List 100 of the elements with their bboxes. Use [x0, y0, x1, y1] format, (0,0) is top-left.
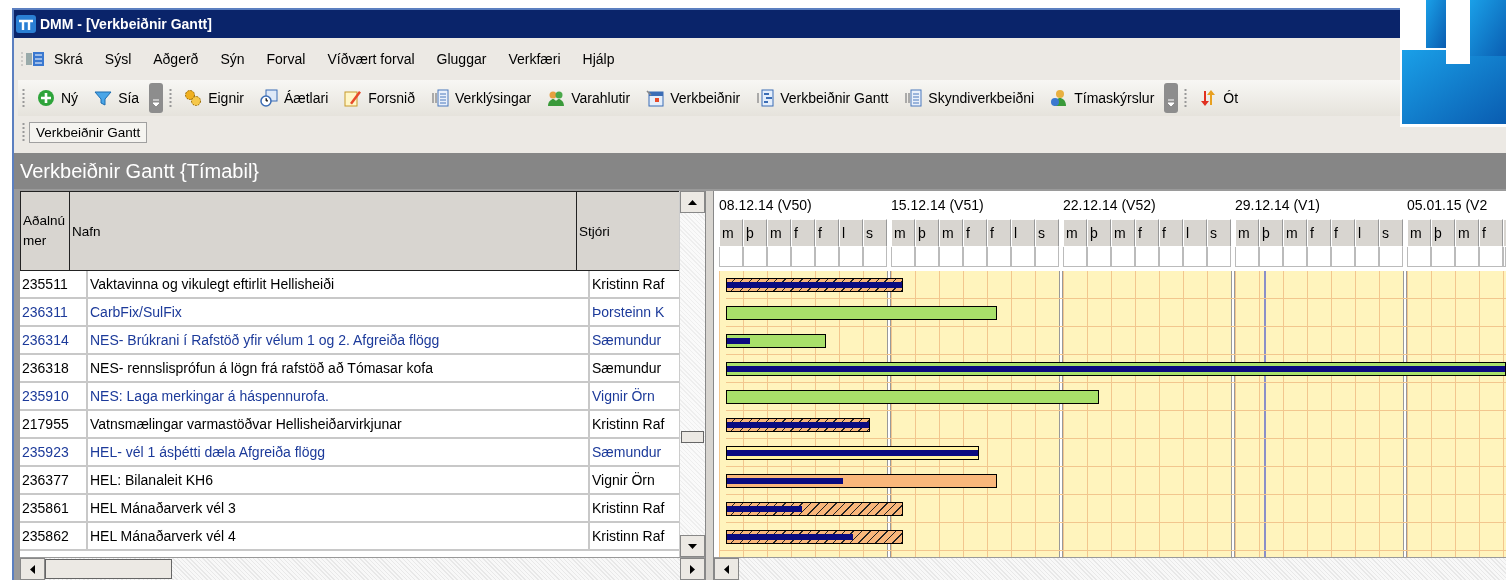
grip-icon[interactable]	[1184, 87, 1188, 109]
table-cell: 236314	[20, 327, 88, 353]
column-header[interactable]: Stjóri	[577, 192, 671, 270]
gantt-bar[interactable]	[726, 334, 826, 348]
table-row[interactable]: 217955 Vatnsmælingar varmastöðvar Hellisheiðarvirkjunar Kristinn Raf	[20, 411, 680, 439]
chart-icon	[756, 89, 775, 107]
gantt-bar[interactable]	[726, 306, 997, 320]
right-arrow-icon	[690, 564, 695, 574]
menu-item[interactable]: Sýsl	[93, 51, 143, 67]
menu-item[interactable]: Sýn	[209, 51, 256, 67]
toolbar-button[interactable]: Verkbeiðnir	[638, 89, 749, 107]
table-cell-text: Sæmundur	[591, 359, 663, 378]
window-title: DMM - [Verkbeiðnir Gantt]	[40, 16, 212, 32]
toolbar-button[interactable]: Varahlutir	[539, 89, 639, 107]
table-cell: HEL: Bilanaleit KH6	[88, 467, 590, 493]
day-header: s	[1207, 219, 1231, 247]
table-cell: NES- Brúkrani í Rafstöð yfir vélum 1 og 2. Afgreiða flögg	[88, 327, 590, 353]
toolbar-button[interactable]: Áætlari	[251, 89, 337, 107]
funnel-icon	[94, 89, 113, 107]
table-row[interactable]: 236318 NES- rennslisprófun á lögn frá rafstöð að Tómasar kofa Sæmundur	[20, 355, 680, 383]
menu-item[interactable]: Forval	[255, 51, 317, 67]
toolbar-button[interactable]: Skyndiverkbeiðni	[896, 89, 1043, 107]
table-cell-text: Sæmundur	[591, 331, 663, 350]
plus-icon	[37, 89, 55, 107]
gantt-bar[interactable]	[726, 390, 1099, 404]
menu-item[interactable]: Víðvært forval	[316, 51, 426, 67]
table-cell: Vatnsmælingar varmastöðvar Hellisheiðarvirkjunar	[88, 411, 590, 437]
menu-item[interactable]: Verkfæri	[497, 51, 572, 67]
grip-icon[interactable]	[169, 87, 173, 109]
toolbar-button[interactable]: Verklýsingar	[423, 89, 540, 107]
horizontal-scrollbar[interactable]	[714, 557, 1506, 580]
table-cell: 235861	[20, 495, 88, 521]
table-cell-text: Kristinn Raf	[591, 499, 666, 518]
timeline-cell	[1455, 247, 1479, 267]
table-row[interactable]: 235923 HEL- vél 1 ásþétti dæla Afgreiða flögg Sæmundur	[20, 439, 680, 467]
week-label: 22.12.14 (V52)	[1063, 196, 1157, 215]
scroll-left-button[interactable]	[714, 558, 739, 580]
table-cell: HEL Mánaðarverk vél 3	[88, 495, 590, 521]
person-icon	[1050, 89, 1069, 107]
day-header: l	[1011, 219, 1035, 247]
overflow-button[interactable]	[149, 83, 164, 113]
day-header: m	[767, 219, 791, 247]
day-header: m	[891, 219, 915, 247]
overflow-button[interactable]	[1164, 83, 1179, 113]
pencil-icon	[344, 89, 363, 107]
scroll-right-button[interactable]	[680, 558, 705, 580]
day-header: m	[1283, 219, 1307, 247]
app-icon	[16, 15, 36, 33]
toolbar-button[interactable]: Forsnið	[336, 89, 423, 107]
menu-item[interactable]: Gluggar	[425, 51, 498, 67]
day-header: l	[839, 219, 863, 247]
day-header: þ	[743, 219, 767, 247]
day-header: l	[1355, 219, 1379, 247]
timeline-cell	[1355, 247, 1379, 267]
timeline-cell	[1011, 247, 1035, 267]
column-header[interactable]: Aðalnúmer	[21, 192, 70, 270]
table-cell: Vaktavinna og vikulegt eftirlit Hellisheiði	[88, 271, 590, 297]
timeline-cell	[939, 247, 963, 267]
table-row[interactable]: 235861 HEL Mánaðarverk vél 3 Kristinn Raf	[20, 495, 680, 523]
horizontal-scrollbar[interactable]	[20, 557, 705, 580]
scroll-left-button[interactable]	[20, 558, 45, 580]
scroll-thumb[interactable]	[681, 431, 704, 443]
table-cell: HEL- vél 1 ásþétti dæla Afgreiða flögg	[88, 439, 590, 465]
day-header: þ	[1087, 219, 1111, 247]
table-row[interactable]: 236311 CarbFix/SulFix Þorsteinn K	[20, 299, 680, 327]
menu-grip-icon	[20, 50, 46, 68]
grip-icon[interactable]	[22, 87, 25, 109]
table-row[interactable]: 235862 HEL Mánaðarverk vél 4 Kristinn Raf	[20, 523, 680, 551]
menu-item[interactable]: Hjálp	[571, 51, 626, 67]
toolbar-button[interactable]: Verkbeiðnir Gantt	[748, 89, 897, 107]
day-header: m	[1407, 219, 1431, 247]
window-button[interactable]: Verkbeiðnir Gantt	[29, 121, 148, 143]
day-header: s	[1035, 219, 1059, 247]
caret-icon	[152, 99, 161, 107]
table-cell: 235910	[20, 383, 88, 409]
timeline-cell	[839, 247, 863, 267]
scroll-thumb[interactable]	[45, 559, 172, 579]
grip-icon[interactable]	[22, 121, 25, 143]
table-row[interactable]: 236314 NES- Brúkrani í Rafstöð yfir vélum 1 og 2. Afgreiða flögg Sæmundur	[20, 327, 680, 355]
table-cell: 235862	[20, 523, 88, 549]
menu-item[interactable]: Aðgerð	[142, 51, 210, 67]
scroll-down-button[interactable]	[680, 535, 705, 557]
timeline-cell	[1135, 247, 1159, 267]
vertical-scrollbar[interactable]	[679, 191, 705, 557]
column-header[interactable]: Nafn	[70, 192, 577, 270]
toolbar-button[interactable]: Eignir	[176, 89, 252, 107]
scroll-up-button[interactable]	[680, 191, 705, 213]
table-row[interactable]: 235910 NES: Laga merkingar á háspennurofa. Vignir Örn	[20, 383, 680, 411]
table-row[interactable]: 236377 HEL: Bilanaleit KH6 Vignir Örn	[20, 467, 680, 495]
toolbar-button[interactable]: Sía	[86, 89, 148, 107]
menu-item[interactable]: Skrá	[46, 51, 94, 67]
table-row[interactable]: 235511 Vaktavinna og vikulegt eftirlit Hellisheiði Kristinn Raf	[20, 271, 680, 299]
day-header: f	[1135, 219, 1159, 247]
day-header: þ	[1431, 219, 1455, 247]
toolbar-button[interactable]: Tímaskýrslur	[1042, 89, 1163, 107]
toolbar-button[interactable]: Ót	[1191, 89, 1247, 107]
toolbar-button[interactable]: Ný	[29, 89, 87, 107]
timeline-cell	[891, 247, 915, 267]
table-cell: NES- rennslisprófun á lögn frá rafstöð að Tómasar kofa	[88, 355, 590, 381]
table-cell-text: Kristinn Raf	[591, 415, 666, 434]
